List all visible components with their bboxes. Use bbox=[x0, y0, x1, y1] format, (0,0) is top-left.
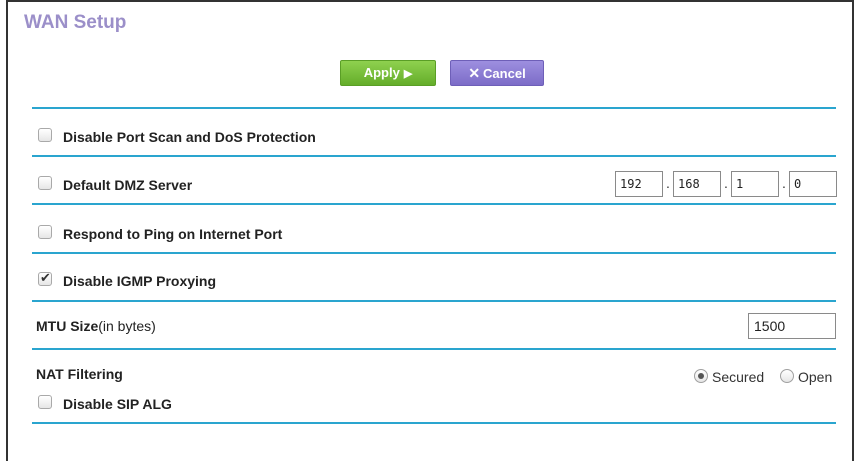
ip-dot: . bbox=[724, 175, 728, 191]
divider bbox=[32, 422, 836, 424]
sip-alg-checkbox[interactable] bbox=[38, 395, 52, 409]
apply-button[interactable]: Apply ▶ bbox=[340, 60, 436, 86]
dmz-checkbox[interactable] bbox=[38, 176, 52, 190]
nat-secured-radio[interactable] bbox=[694, 369, 708, 383]
page-title: WAN Setup bbox=[24, 12, 127, 33]
igmp-label: Disable IGMP Proxying bbox=[63, 273, 217, 289]
radio-selected-dot bbox=[698, 373, 704, 379]
divider bbox=[32, 252, 836, 254]
port-scan-checkbox[interactable] bbox=[38, 128, 52, 142]
ping-checkbox[interactable] bbox=[38, 225, 52, 239]
close-icon: ✕ bbox=[468, 65, 481, 81]
igmp-checkbox[interactable]: ✔ bbox=[38, 270, 52, 286]
ping-label: Respond to Ping on Internet Port bbox=[63, 226, 283, 242]
ip-dot: . bbox=[782, 175, 786, 191]
divider bbox=[32, 155, 836, 157]
mtu-input[interactable]: 1500 bbox=[748, 313, 836, 339]
dmz-label: Default DMZ Server bbox=[63, 177, 193, 193]
nat-secured-label: Secured bbox=[712, 369, 765, 385]
nat-filtering-label: NAT Filtering bbox=[36, 366, 123, 382]
nat-open-label: Open bbox=[798, 369, 833, 385]
cancel-label: Cancel bbox=[483, 66, 526, 81]
dmz-ip-octet-4[interactable]: 0 bbox=[789, 171, 837, 197]
divider bbox=[32, 300, 836, 302]
divider bbox=[32, 107, 836, 109]
nat-open-radio[interactable] bbox=[780, 369, 794, 383]
mtu-label: MTU Size(in bytes) bbox=[36, 318, 156, 334]
sip-alg-label: Disable SIP ALG bbox=[63, 396, 172, 412]
mtu-label-bold: MTU Size bbox=[36, 318, 99, 334]
divider bbox=[32, 203, 836, 205]
dmz-ip-octet-3[interactable]: 1 bbox=[731, 171, 779, 197]
mtu-label-unit: (in bytes) bbox=[98, 318, 156, 334]
apply-label: Apply bbox=[363, 65, 400, 80]
dmz-ip-octet-1[interactable]: 192 bbox=[615, 171, 663, 197]
cancel-button[interactable]: ✕ Cancel bbox=[450, 60, 544, 86]
port-scan-label: Disable Port Scan and DoS Protection bbox=[63, 129, 316, 145]
ip-dot: . bbox=[666, 175, 670, 191]
divider bbox=[32, 348, 836, 350]
play-arrow-icon: ▶ bbox=[403, 68, 413, 80]
checkmark-icon: ✔ bbox=[40, 270, 51, 285]
dmz-ip-octet-2[interactable]: 168 bbox=[673, 171, 721, 197]
